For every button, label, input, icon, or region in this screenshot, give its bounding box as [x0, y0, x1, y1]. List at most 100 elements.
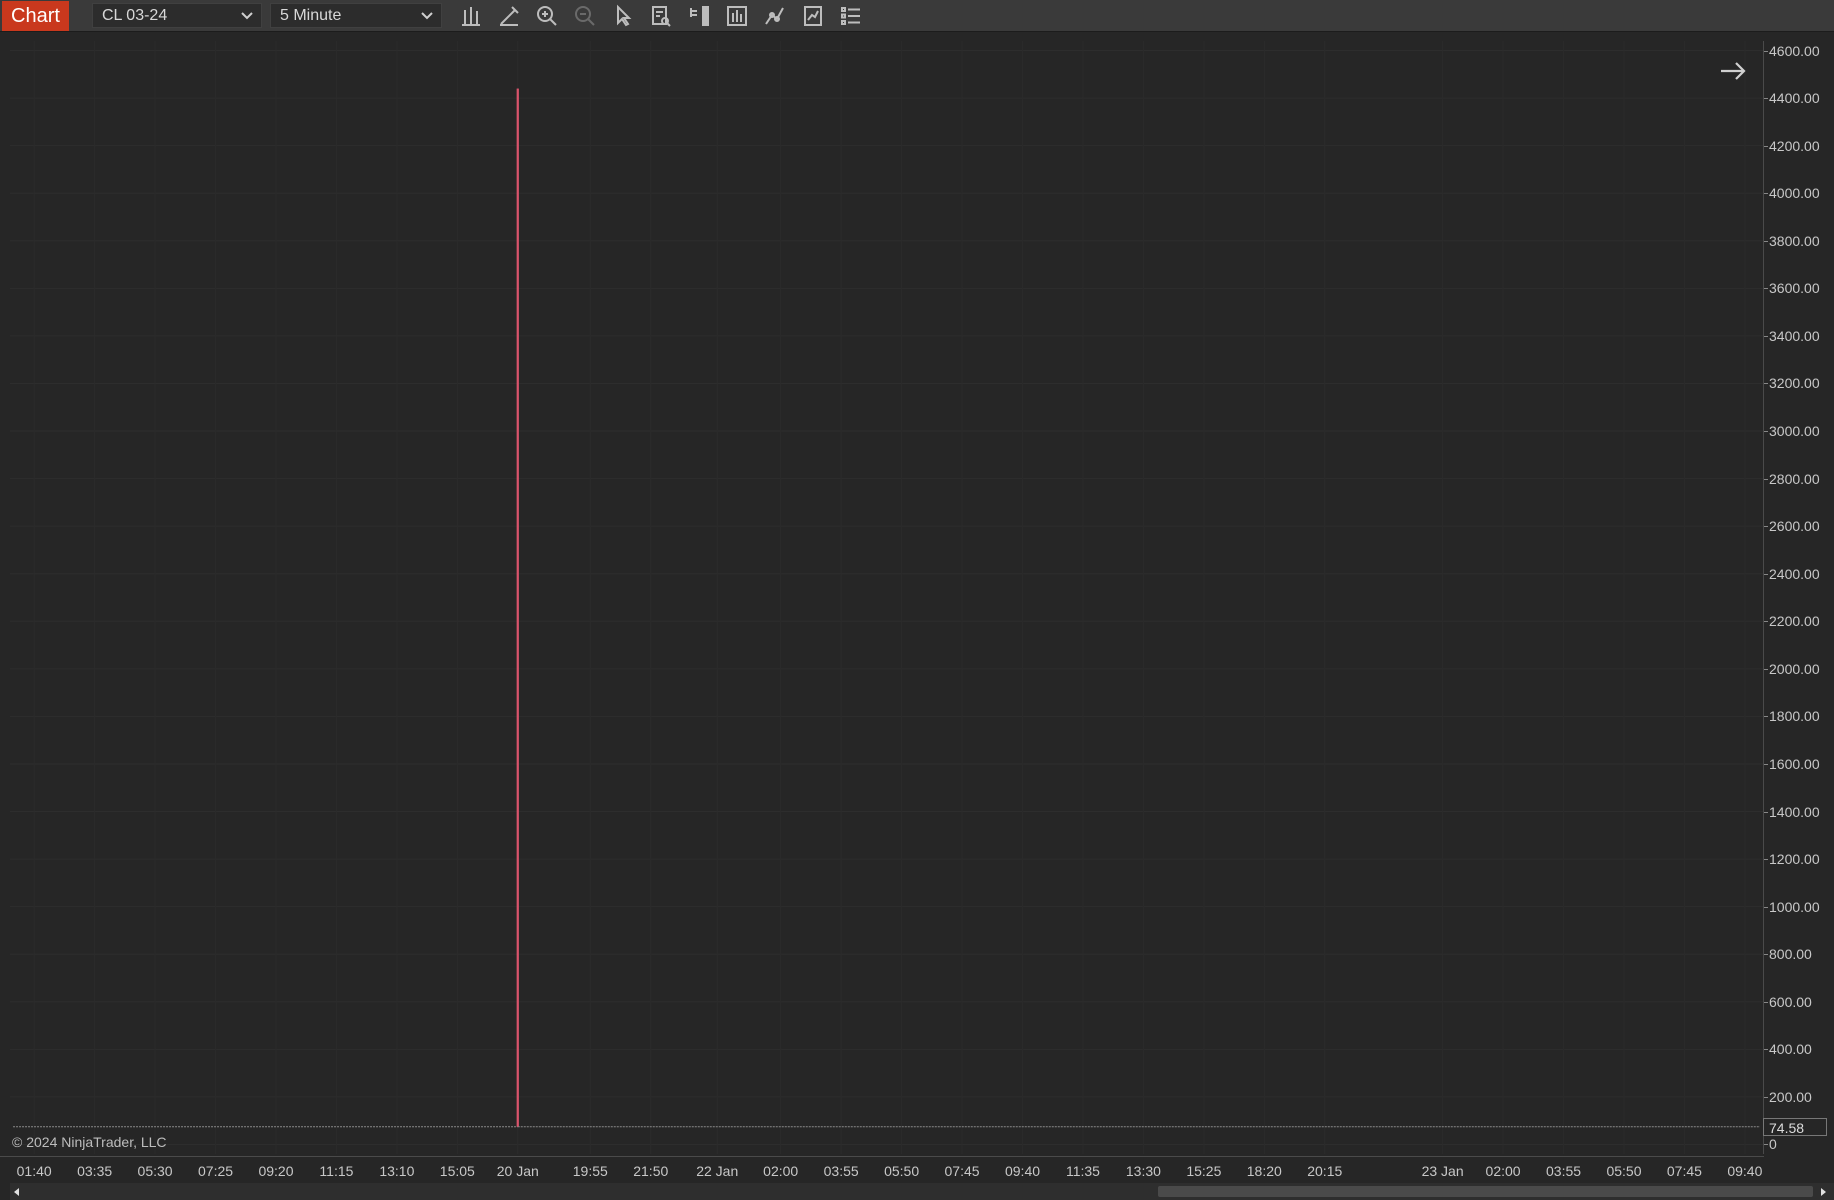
- price-tick-label: 4200.00: [1769, 137, 1820, 154]
- price-tick-label: 3400.00: [1769, 327, 1820, 344]
- price-tick-mark: [1764, 383, 1768, 385]
- grid-lines: [10, 41, 1763, 1154]
- time-tick-label: 05:50: [884, 1163, 920, 1179]
- zoom-out-icon: [575, 6, 595, 26]
- price-tick-label: 1400.00: [1769, 803, 1820, 820]
- time-tick-label: 09:40: [1004, 1163, 1041, 1179]
- price-tick-label: 2600.00: [1769, 518, 1820, 535]
- price-tick-label: 3600.00: [1769, 280, 1820, 297]
- scroll-to-latest-button[interactable]: [1718, 56, 1748, 86]
- time-tick-label: 19:55: [572, 1163, 608, 1179]
- price-tick-mark: [1764, 431, 1768, 433]
- price-tick-label: 800.00: [1769, 946, 1812, 963]
- horizontal-scrollbar[interactable]: [10, 1183, 1834, 1200]
- price-tick-mark: [1764, 1096, 1768, 1098]
- price-tick-mark: [1764, 1001, 1768, 1003]
- price-tick-mark: [1764, 478, 1768, 480]
- price-tick-mark: [1764, 668, 1768, 670]
- properties-icon: [841, 7, 860, 25]
- time-tick-label: 11:15: [319, 1163, 354, 1179]
- time-tick-label: 01:40: [16, 1163, 52, 1179]
- data-series-button[interactable]: [724, 3, 750, 29]
- strategies-icon: [804, 6, 822, 26]
- time-tick-label: 21:50: [633, 1163, 669, 1179]
- drawing-tool-button[interactable]: [496, 3, 522, 29]
- time-tick-label: 09:20: [258, 1163, 294, 1179]
- zoom-in-button[interactable]: [534, 3, 560, 29]
- price-tick-mark: [1764, 50, 1768, 52]
- price-axis[interactable]: 4600.00 4400.00 4200.00 4000.00 3800.00 3600.…: [1764, 41, 1834, 1154]
- drawing-tool-icon: [500, 6, 519, 26]
- chevron-down-icon: [421, 12, 433, 20]
- price-tick-label: 4000.00: [1769, 185, 1820, 202]
- price-tick-label: 1000.00: [1769, 898, 1820, 915]
- price-plot[interactable]: [10, 41, 1763, 1154]
- price-tick-mark: [1764, 954, 1768, 956]
- time-tick-label: 11:35: [1065, 1163, 1100, 1179]
- bar-type-button[interactable]: [458, 3, 484, 29]
- time-tick-label: 02:00: [763, 1163, 799, 1179]
- time-tick-label: 20:15: [1307, 1163, 1343, 1179]
- price-tick-mark: [1764, 859, 1768, 861]
- last-price-marker: 74.58: [1763, 1117, 1827, 1136]
- time-tick-label: 05:50: [1606, 1163, 1642, 1179]
- price-tick-label: 3800.00: [1769, 232, 1820, 249]
- time-tick-label: 22 Jan: [696, 1163, 739, 1179]
- price-tick-label: 2800.00: [1769, 470, 1820, 487]
- time-tick-label: 05:30: [137, 1163, 173, 1179]
- time-tick-label: 07:25: [197, 1163, 234, 1179]
- price-tick-label: 3200.00: [1769, 375, 1820, 392]
- time-tick-label: 07:45: [944, 1163, 980, 1179]
- price-tick-label: 3000.00: [1769, 423, 1820, 440]
- time-tick-label: 13:30: [1125, 1163, 1161, 1179]
- chart-trader-button[interactable]: [686, 3, 712, 29]
- scroll-left-icon[interactable]: [10, 1185, 24, 1199]
- pointer-button[interactable]: [610, 3, 636, 29]
- price-tick-mark: [1764, 98, 1768, 100]
- time-tick-label: 23 Jan: [1421, 1163, 1464, 1179]
- instrument-selector[interactable]: CL 03-24: [92, 3, 262, 28]
- indicators-icon: [765, 7, 784, 25]
- indicators-button[interactable]: [762, 3, 788, 29]
- price-tick-mark: [1764, 811, 1768, 813]
- price-tick-label: 1800.00: [1769, 708, 1820, 725]
- price-tick-mark: [1764, 906, 1768, 908]
- time-tick-label: 02:00: [1485, 1163, 1521, 1179]
- price-tick-mark: [1764, 621, 1768, 623]
- toolbar: Chart CL 03-24 5 Minute: [0, 0, 1834, 32]
- instrument-label: CL 03-24: [102, 7, 168, 24]
- price-tick-mark: [1764, 335, 1768, 337]
- zoom-out-button[interactable]: [572, 3, 598, 29]
- data-box-button[interactable]: [648, 3, 674, 29]
- price-tick-label: 200.00: [1769, 1088, 1812, 1105]
- scroll-thumb[interactable]: [1158, 1186, 1813, 1197]
- price-tick-label: 4600.00: [1769, 42, 1820, 59]
- time-tick-label: 20 Jan: [496, 1163, 539, 1179]
- price-tick-label: 2400.00: [1769, 565, 1820, 582]
- scroll-right-icon[interactable]: [1816, 1185, 1830, 1199]
- time-tick-label: 03:55: [823, 1163, 859, 1179]
- price-series: [13, 88, 1760, 1128]
- interval-selector[interactable]: 5 Minute: [270, 3, 442, 28]
- price-tick-mark: [1764, 288, 1768, 290]
- price-tick-label: 600.00: [1769, 993, 1812, 1010]
- strategies-button[interactable]: [800, 3, 826, 29]
- bar-type-icon: [462, 7, 480, 26]
- arrow-right-icon: [1721, 62, 1746, 80]
- pointer-icon: [617, 4, 632, 27]
- price-tick-mark: [1764, 240, 1768, 242]
- price-tick-mark: [1764, 1144, 1768, 1146]
- time-tick-label: 07:45: [1666, 1163, 1702, 1179]
- chart-panel[interactable]: [10, 41, 1764, 1154]
- chart-tab[interactable]: Chart: [2, 1, 69, 31]
- price-tick-label: 4400.00: [1769, 90, 1820, 107]
- time-tick-label: 15:05: [439, 1163, 475, 1179]
- price-tick-mark: [1764, 193, 1768, 195]
- price-tick-mark: [1764, 1049, 1768, 1051]
- time-tick-label: 15:25: [1186, 1163, 1222, 1179]
- price-tick-mark: [1764, 526, 1768, 528]
- properties-button[interactable]: [838, 3, 864, 29]
- zoom-in-icon: [537, 6, 557, 26]
- time-tick-label: 03:55: [1545, 1163, 1582, 1179]
- price-tick-mark: [1764, 145, 1768, 147]
